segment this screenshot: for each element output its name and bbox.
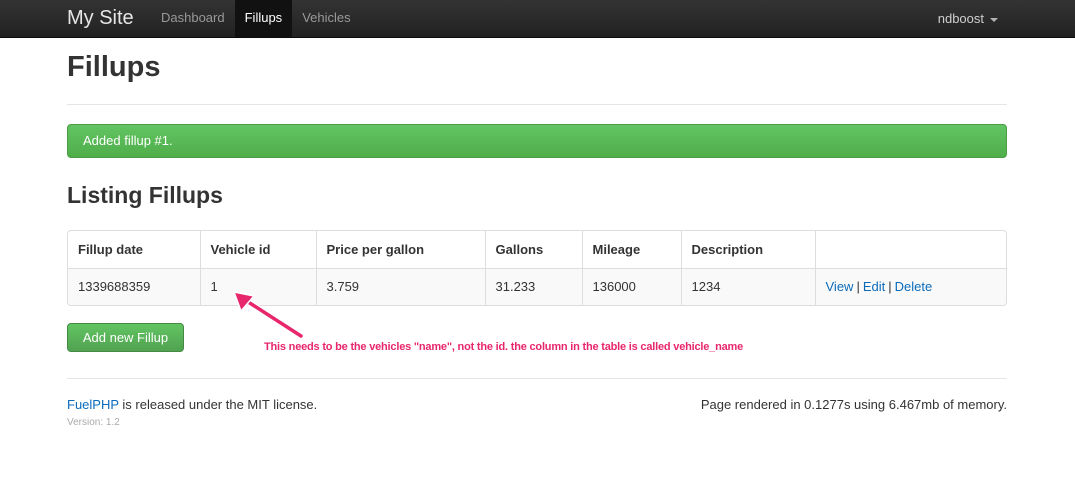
col-vehicle-id: Vehicle id (199, 231, 316, 268)
footer-license-text: is released under the MIT license. (118, 397, 318, 412)
action-separator: | (888, 279, 892, 295)
col-fillup-date: Fillup date (78, 241, 143, 257)
footer-render-stats: Page rendered in 0.1277s using 6.467mb o… (700, 397, 1007, 412)
annotation-note: This needs to be the vehicles "name", no… (264, 341, 744, 353)
cell-actions: View | Edit | Delete (814, 267, 1006, 305)
success-alert: Added fillup #1. (67, 124, 1007, 158)
version-label: Version: 1.2 (67, 417, 120, 428)
user-menu[interactable]: ndboost (938, 0, 998, 37)
col-mileage: Mileage (581, 231, 681, 268)
section-title: Listing Fillups (67, 182, 223, 208)
annotation-arrow-icon (232, 291, 304, 339)
delete-link[interactable]: Delete (895, 279, 933, 294)
table-row: 1339688359 1 3.759 31.233 136000 1234 Vi… (68, 267, 1006, 305)
col-description: Description (680, 231, 815, 268)
cell-mileage: 136000 (581, 267, 681, 305)
cell-fillup-date: 1339688359 (68, 267, 200, 305)
col-gallons: Gallons (484, 231, 582, 268)
fuelphp-link[interactable]: FuelPHP (67, 397, 119, 412)
edit-link[interactable]: Edit (863, 279, 885, 294)
view-link[interactable]: View (826, 279, 854, 294)
main-nav: Dashboard Fillups Vehicles (151, 0, 361, 37)
cell-price-per-gallon: 3.759 (315, 267, 485, 305)
cell-gallons: 31.233 (484, 267, 582, 305)
top-navbar: My Site Dashboard Fillups Vehicles ndboo… (0, 0, 1075, 38)
nav-dashboard[interactable]: Dashboard (151, 0, 235, 37)
footer-divider (67, 378, 1007, 379)
add-new-fillup-button[interactable]: Add new Fillup (67, 323, 184, 352)
col-actions (814, 231, 1006, 268)
table-header-row: Fillup date Vehicle id Price per gallon … (68, 231, 1006, 268)
nav-fillups[interactable]: Fillups (234, 0, 293, 37)
action-separator: | (856, 279, 860, 295)
brand-link[interactable]: My Site (67, 6, 134, 30)
fillups-table: Fillup date Vehicle id Price per gallon … (67, 230, 1007, 306)
caret-down-icon (990, 17, 998, 22)
nav-vehicles[interactable]: Vehicles (292, 0, 360, 37)
col-price-per-gallon: Price per gallon (315, 231, 485, 268)
header-divider (67, 104, 1007, 105)
footer-license: FuelPHP is released under the MIT licens… (67, 397, 317, 412)
page-title: Fillups (67, 51, 161, 83)
cell-description: 1234 (680, 267, 815, 305)
user-name: ndboost (937, 10, 984, 26)
